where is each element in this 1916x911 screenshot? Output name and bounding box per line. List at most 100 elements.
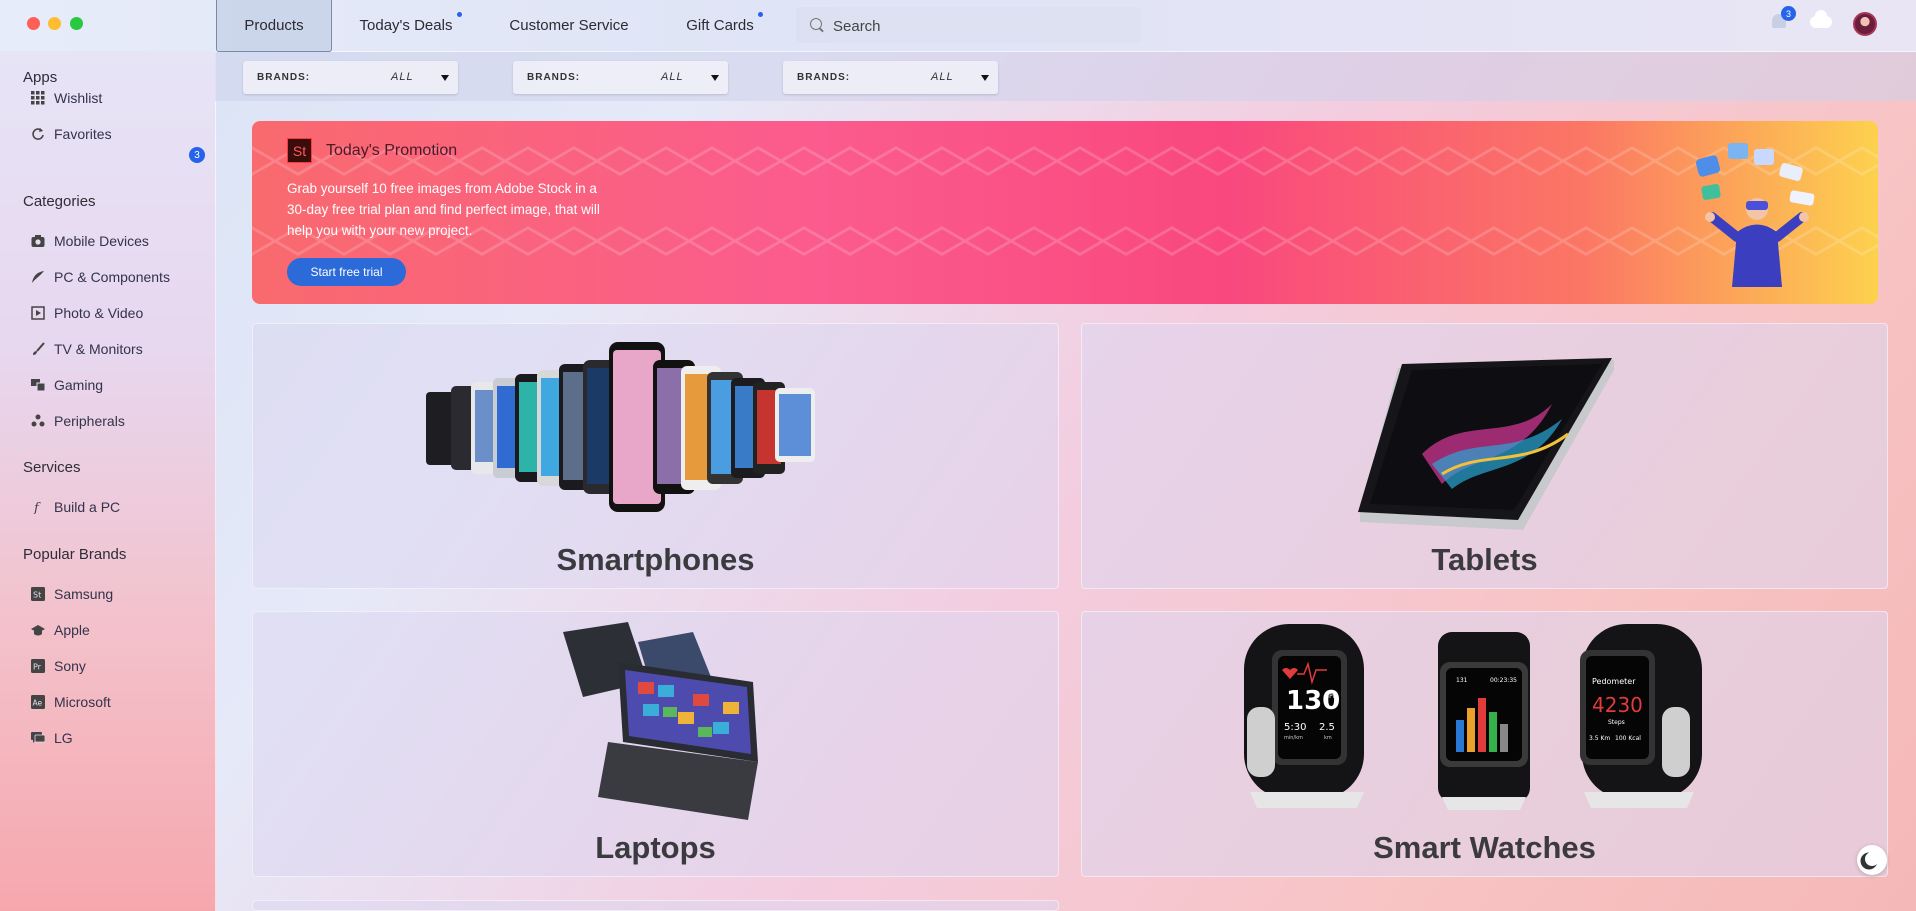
sidebar-item-label: Build a PC (54, 499, 121, 515)
sidebar-item-peripherals[interactable]: Peripherals (31, 409, 125, 433)
category-title: Tablets (1431, 542, 1538, 577)
feather-icon (32, 271, 44, 283)
tablet-image (1358, 358, 1614, 530)
sidebar-item-label: Mobile Devices (54, 233, 149, 249)
st-icon: St (31, 587, 45, 601)
sidebar-item-photo-video[interactable]: Photo & Video (31, 301, 143, 325)
watch-distance-unit: km (1324, 735, 1332, 741)
grid-icon (31, 91, 45, 105)
svg-text:St: St (33, 591, 41, 600)
sidebar-item-mobile-devices[interactable]: Mobile Devices (31, 229, 149, 253)
sidebar-item-sony[interactable]: Pr Sony (31, 654, 86, 678)
sidebar-item-apple[interactable]: Apple (31, 618, 90, 642)
watch-km-value: 3.5 Km (1589, 735, 1610, 742)
tab-gift-cards[interactable]: Gift Cards (676, 0, 764, 51)
smart-watches-image: 130 BPM 5:30 min/km 2.5 km 131 00:23:35 … (1244, 624, 1702, 810)
windows-icon (31, 379, 45, 392)
cubes-icon (31, 414, 45, 427)
svg-text:f: f (33, 501, 41, 514)
filter-value: ALL (661, 71, 684, 83)
category-card-smartphones[interactable]: Smartphones (252, 323, 1059, 589)
sidebar-item-label: Microsoft (54, 694, 111, 710)
filter-value: ALL (931, 71, 954, 83)
adobe-stock-logo: St (287, 138, 312, 163)
watch-time-unit: min/km (1284, 735, 1303, 741)
category-card-tablets[interactable]: Tablets (1081, 323, 1888, 589)
watch-time-value: 5:30 (1284, 722, 1306, 733)
category-card-smart-watches[interactable]: 130 BPM 5:30 min/km 2.5 km 131 00:23:35 … (1081, 611, 1888, 877)
sidebar-section-title: Categories (23, 193, 96, 210)
top-bar: Products Today's Deals Customer Service … (0, 0, 1916, 52)
ae-icon: Ae (31, 695, 45, 709)
brush-icon (33, 342, 45, 355)
start-free-trial-button[interactable]: Start free trial (287, 258, 406, 286)
sidebar-item-label: PC & Components (54, 269, 170, 285)
promo-text: Grab yourself 10 free images from Adobe … (287, 181, 600, 238)
promo-title: Today's Promotion (326, 142, 458, 159)
favorites-count-badge: 3 (189, 147, 205, 163)
sidebar-item-samsung[interactable]: St Samsung (31, 582, 113, 606)
tab-todays-deals[interactable]: Today's Deals (350, 0, 462, 51)
sidebar-section-title: Popular Brands (23, 546, 127, 563)
tab-customer-service[interactable]: Customer Service (500, 0, 638, 51)
category-title: Laptops (595, 830, 716, 865)
brand-filter-dropdown[interactable]: BRANDS: ALL (783, 61, 998, 94)
category-card-laptops[interactable]: Laptops (252, 611, 1059, 877)
filter-bar (215, 52, 1916, 101)
sidebar-item-label: Wishlist (54, 90, 103, 106)
sidebar-item-label: Samsung (54, 586, 114, 602)
sidebar-item-label: Favorites (54, 126, 112, 142)
filter-label: BRANDS: (797, 72, 851, 83)
sidebar-item-build-a-pc[interactable]: f Build a PC (31, 495, 120, 519)
sidebar: Apps Wishlist Favorites 3 Categories Mob… (0, 51, 216, 911)
caret-down-icon (981, 75, 989, 81)
tab-products[interactable]: Products (216, 0, 332, 52)
maximize-window-button[interactable] (70, 17, 83, 30)
camera-icon (31, 235, 45, 247)
category-title: Smartphones (556, 542, 755, 577)
sidebar-item-pc-components[interactable]: PC & Components (31, 265, 170, 289)
promotion-banner: St Today's Promotion Grab yourself 10 fr… (252, 121, 1878, 304)
search-input[interactable] (831, 7, 1125, 45)
chat-icon (31, 732, 45, 743)
dark-mode-toggle-icon[interactable] (1857, 845, 1887, 875)
watch-steps-label: Pedometer (1592, 677, 1636, 686)
svg-text:Ae: Ae (33, 699, 43, 708)
watch-bpm-unit: BPM (1325, 693, 1338, 700)
watch-mid-value-a: 131 (1456, 677, 1468, 684)
function-icon: f (33, 501, 41, 514)
category-title: Smart Watches (1373, 830, 1596, 865)
sidebar-item-wishlist[interactable]: Wishlist (31, 86, 102, 110)
watch-steps-unit: Steps (1608, 719, 1625, 726)
sidebar-item-label: Peripherals (54, 413, 125, 429)
sidebar-item-gaming[interactable]: Gaming (31, 373, 103, 397)
caret-down-icon (711, 75, 719, 81)
category-card-partial[interactable] (252, 900, 1059, 911)
film-icon (31, 306, 45, 320)
svg-text:Pr: Pr (33, 663, 42, 672)
sidebar-item-tv-monitors[interactable]: TV & Monitors (31, 337, 143, 361)
tab-label: Gift Cards (686, 17, 754, 34)
minimize-window-button[interactable] (48, 17, 61, 30)
refresh-icon (32, 128, 44, 140)
cloud-icon[interactable] (1810, 10, 1832, 28)
filter-label: BRANDS: (257, 72, 311, 83)
notification-badge: 3 (1781, 6, 1796, 21)
sidebar-item-label: Photo & Video (54, 305, 144, 321)
search-bar[interactable] (796, 7, 1142, 45)
new-indicator-dot (758, 12, 763, 17)
avatar[interactable] (1853, 12, 1877, 36)
brand-filter-dropdown[interactable]: BRANDS: ALL (243, 61, 458, 94)
sidebar-item-lg[interactable]: LG (31, 726, 73, 750)
new-indicator-dot (457, 12, 462, 17)
sidebar-item-microsoft[interactable]: Ae Microsoft (31, 690, 111, 714)
sidebar-item-favorites[interactable]: Favorites (31, 122, 112, 146)
close-window-button[interactable] (27, 17, 40, 30)
watch-mid-value-b: 00:23:35 (1490, 677, 1517, 684)
sidebar-section-title: Services (23, 459, 81, 476)
sidebar-item-label: LG (54, 730, 73, 746)
laptops-image (563, 622, 758, 820)
brand-filter-dropdown[interactable]: BRANDS: ALL (513, 61, 728, 94)
search-icon (810, 18, 822, 30)
watch-steps-value: 4230 (1592, 693, 1643, 717)
